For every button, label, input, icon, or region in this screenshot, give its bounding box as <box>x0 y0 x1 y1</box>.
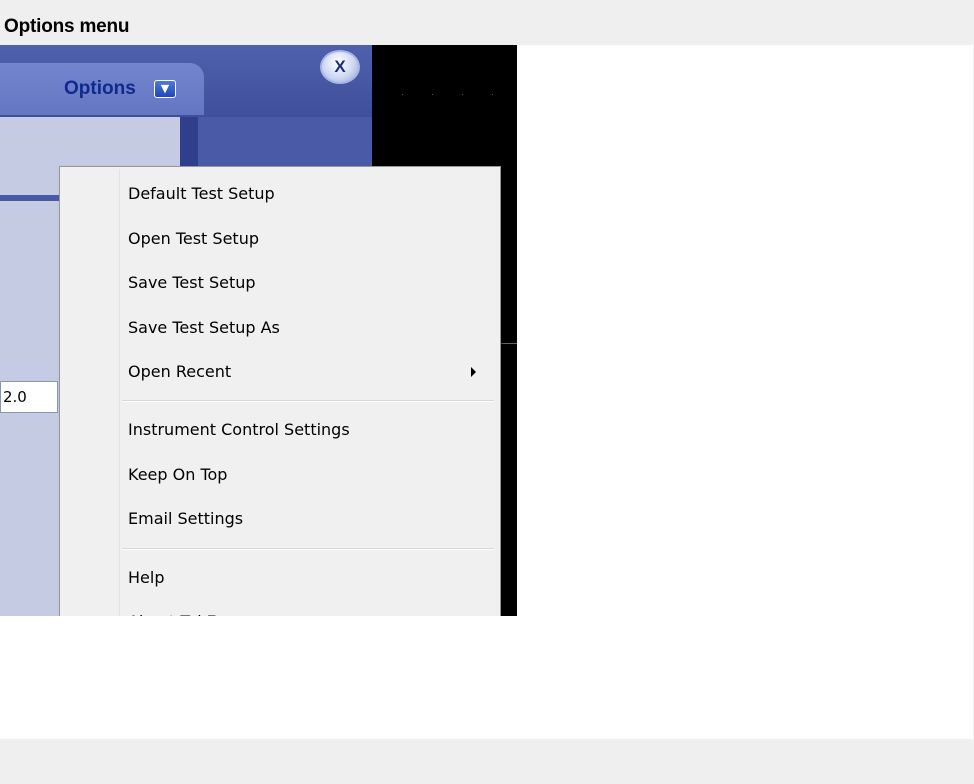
menu-item-open-recent[interactable]: Open Recent <box>61 350 499 394</box>
menu-item-open-test-setup[interactable]: Open Test Setup <box>61 217 499 261</box>
menu-item-label: Keep On Top <box>128 465 228 484</box>
menu-item-default-test-setup[interactable]: Default Test Setup <box>61 172 499 216</box>
menu-item-instrument-control-settings[interactable]: Instrument Control Settings <box>61 408 499 452</box>
bottom-bar <box>0 739 974 784</box>
menu-item-save-test-setup[interactable]: Save Test Setup <box>61 261 499 305</box>
grid-dot <box>492 94 493 95</box>
menu-item-label: Instrument Control Settings <box>128 420 350 439</box>
menu-separator <box>122 548 494 550</box>
caption-bar: Options menu <box>0 0 974 45</box>
options-menu-label[interactable]: Options <box>64 78 136 100</box>
menu-item-label: Help <box>128 568 165 587</box>
menu-item-label: Email Settings <box>128 509 244 528</box>
menu-item-label: Default Test Setup <box>128 184 275 203</box>
menu-item-save-test-setup-as[interactable]: Save Test Setup As <box>61 306 499 350</box>
menu-item-label: About TekExpress <box>128 600 269 616</box>
menu-item-label: Open Recent <box>128 362 232 381</box>
menu-separator <box>122 400 494 402</box>
submenu-arrow-icon <box>471 367 476 377</box>
grid-dot <box>432 94 433 95</box>
menu-item-keep-on-top[interactable]: Keep On Top <box>61 453 499 497</box>
tekexpress-window: Options ▼ X 2.0 Default Test Setup Open … <box>0 45 517 616</box>
menu-item-about-tekexpress[interactable]: About TekExpress <box>61 600 499 616</box>
dropdown-arrow-icon[interactable]: ▼ <box>154 80 176 98</box>
grid-dot <box>402 94 403 95</box>
menu-item-email-settings[interactable]: Email Settings <box>61 497 499 541</box>
menu-item-label: Open Test Setup <box>128 229 259 248</box>
value-input[interactable]: 2.0 <box>0 381 58 413</box>
menu-item-label: Save Test Setup As <box>128 318 280 337</box>
options-dropdown-menu: Default Test Setup Open Test Setup Save … <box>59 166 501 616</box>
close-button[interactable]: X <box>320 50 360 84</box>
menu-item-label: Save Test Setup <box>128 273 256 292</box>
grid-dot <box>462 94 463 95</box>
waveform-line <box>500 343 517 344</box>
menu-item-help[interactable]: Help <box>61 556 499 600</box>
figure-caption: Options menu <box>4 16 130 37</box>
